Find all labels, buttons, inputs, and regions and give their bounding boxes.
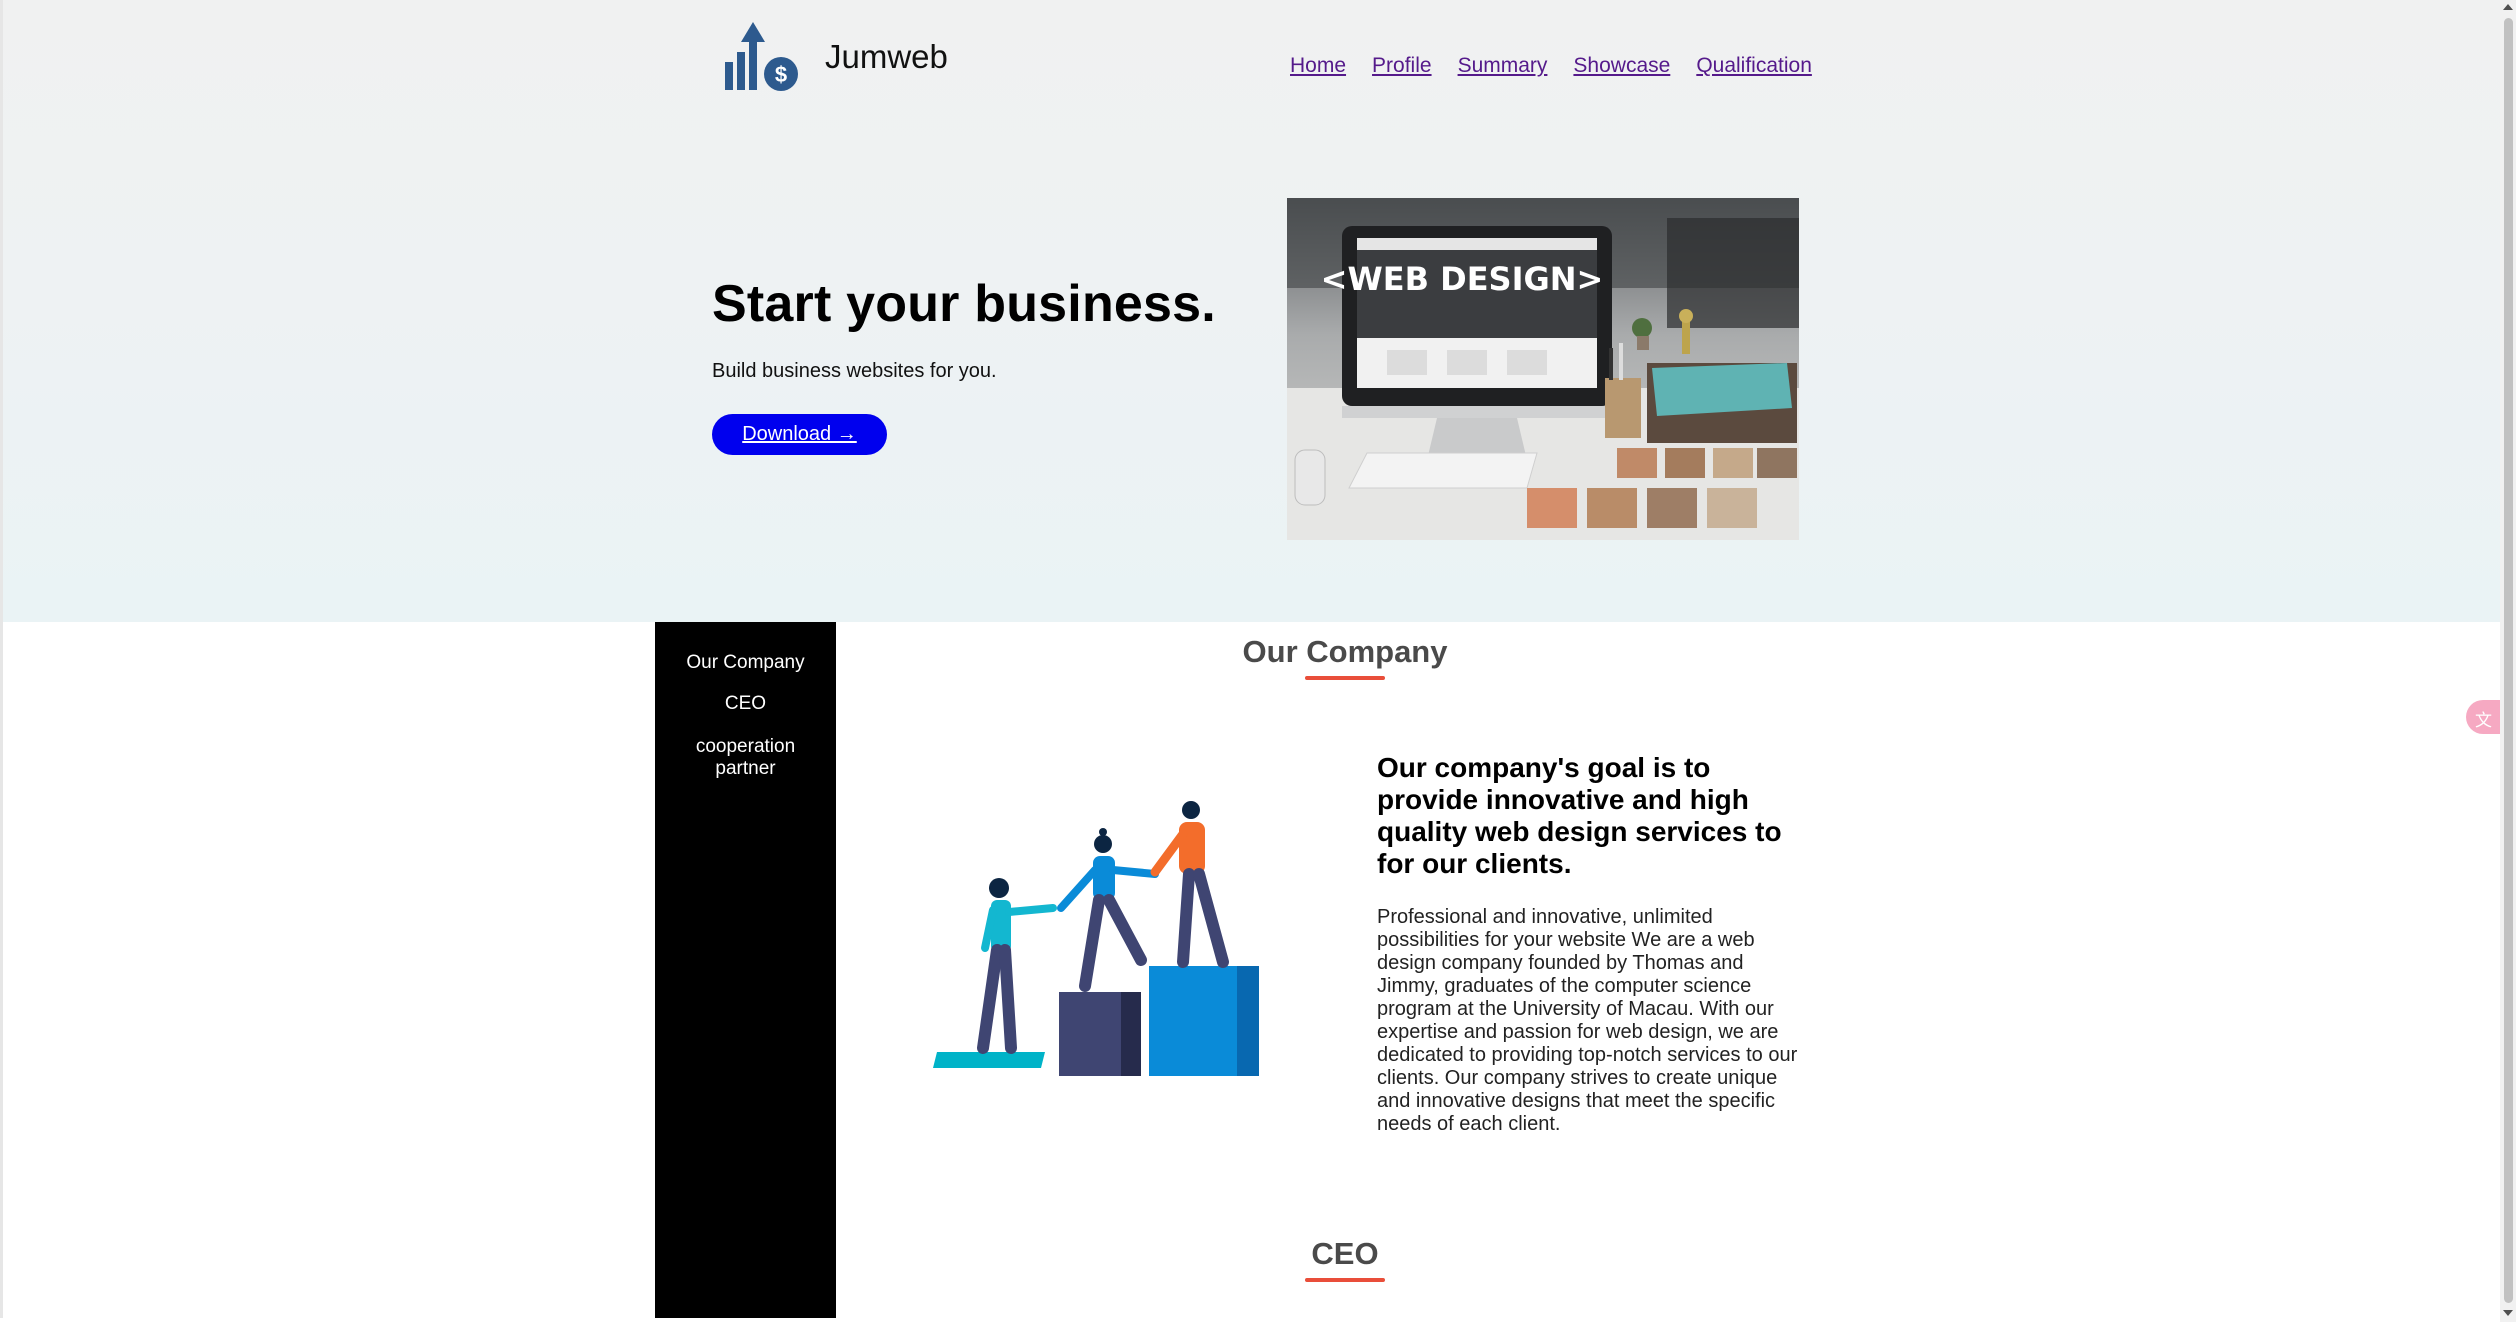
company-goal-heading: Our company's goal is to provide innovat… [1377, 752, 1782, 879]
brand-name[interactable]: Jumweb [825, 38, 948, 76]
hero-subtitle: Build business websites for you. [712, 360, 997, 382]
main-nav: Home Profile Summary Showcase Qualificat… [1290, 54, 1812, 78]
translate-glyph: 文 [2475, 711, 2492, 730]
nav-summary[interactable]: Summary [1458, 54, 1548, 78]
scroll-thumb[interactable] [2504, 18, 2513, 1303]
sidebar-item-cooperation-partner[interactable]: cooperation partner [655, 736, 836, 780]
ceo-underline [1305, 1278, 1385, 1282]
vertical-scrollbar[interactable] [2500, 0, 2516, 1322]
nav-profile[interactable]: Profile [1372, 54, 1432, 78]
svg-text:$: $ [775, 62, 787, 87]
translate-icon[interactable]: 文 [2466, 700, 2500, 734]
scroll-up-arrow-icon[interactable] [2503, 4, 2513, 10]
our-company-underline [1305, 676, 1385, 680]
download-button[interactable]: Download → [712, 414, 887, 455]
company-description: Professional and innovative, unlimited p… [1377, 906, 1798, 1135]
sidebar-item-our-company[interactable]: Our Company [655, 652, 836, 674]
logo-icon[interactable]: $ [721, 22, 805, 94]
sidebar: Our Company CEO cooperation partner [655, 622, 836, 1318]
scroll-down-arrow-icon[interactable] [2503, 1310, 2513, 1316]
teamwork-illustration [933, 801, 1259, 1076]
hero-title: Start your business. [712, 275, 1216, 333]
sidebar-item-ceo[interactable]: CEO [655, 693, 836, 715]
page-viewport: $ Jumweb Home Profile Summary Showcase Q… [0, 0, 2500, 1318]
our-company-title: Our Company [1242, 634, 1448, 669]
hero-section [3, 0, 2500, 622]
nav-home[interactable]: Home [1290, 54, 1346, 78]
nav-showcase[interactable]: Showcase [1573, 54, 1670, 78]
ceo-title: CEO [1311, 1236, 1379, 1271]
hero-image: <WEB DESIGN> [1287, 198, 1799, 540]
nav-qualification[interactable]: Qualification [1696, 54, 1812, 78]
hero-image-text: <WEB DESIGN> [1321, 260, 1604, 298]
